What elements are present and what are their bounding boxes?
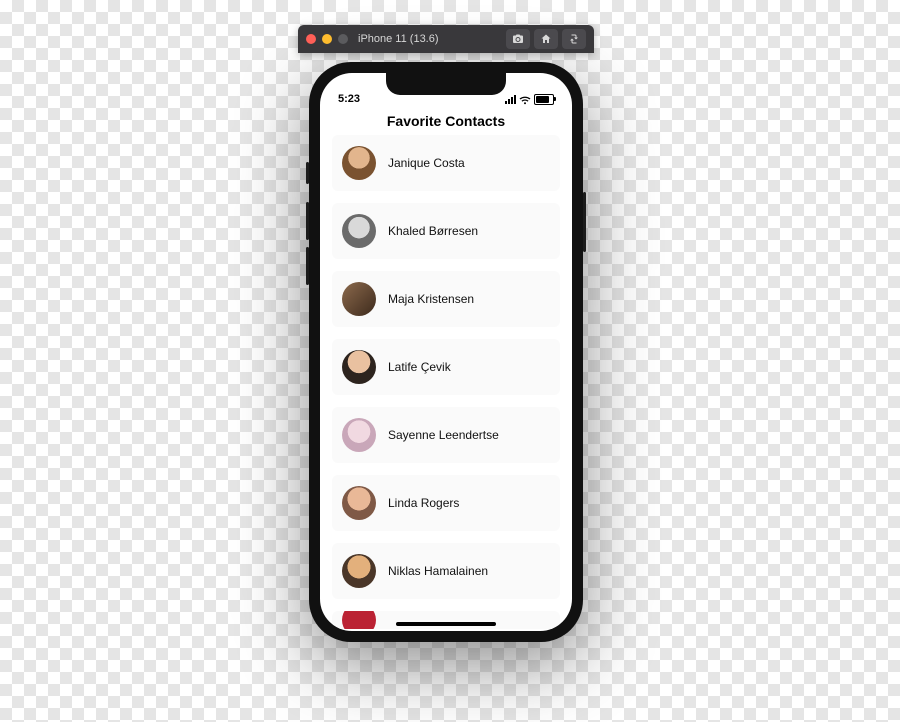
avatar [342,282,376,316]
window-traffic-lights [306,34,348,44]
device-notch [386,73,506,95]
battery-icon [534,94,554,105]
contact-name: Maja Kristensen [388,292,474,306]
maximize-window-button[interactable] [338,34,348,44]
simulator-toolbar [506,29,586,49]
status-time: 5:23 [338,93,360,105]
home-button[interactable] [534,29,558,49]
contact-name: Sayenne Leendertse [388,428,499,442]
page-title: Favorite Contacts [320,105,572,135]
close-window-button[interactable] [306,34,316,44]
minimize-window-button[interactable] [322,34,332,44]
wifi-icon [519,95,531,105]
contact-row[interactable]: Niklas Hamalainen [332,543,560,599]
app-content: Favorite Contacts Janique Costa Khaled B… [320,73,572,631]
device-screen: 5:23 Favorite Contacts Janique Costa [320,73,572,631]
contact-row[interactable]: Janique Costa [332,135,560,191]
rotate-button[interactable] [562,29,586,49]
contact-name: Janique Costa [388,156,465,170]
avatar [342,611,376,629]
contact-row[interactable]: Khaled Børresen [332,203,560,259]
volume-up-button[interactable] [306,202,309,240]
cellular-signal-icon [505,95,516,104]
contacts-list[interactable]: Janique Costa Khaled Børresen Maja Krist… [320,135,572,631]
contact-name: Niklas Hamalainen [388,564,488,578]
screenshot-button[interactable] [506,29,530,49]
mute-switch[interactable] [306,162,309,184]
volume-down-button[interactable] [306,247,309,285]
camera-icon [512,33,524,45]
power-button[interactable] [583,192,586,252]
contact-name: Khaled Børresen [388,224,478,238]
contact-name: Latife Çevik [388,360,451,374]
contact-name: Linda Rogers [388,496,459,510]
contact-row[interactable] [332,611,560,629]
simulator-titlebar: iPhone 11 (13.6) [298,25,594,53]
avatar [342,350,376,384]
home-icon [540,33,552,45]
rotate-icon [568,33,580,45]
contact-row[interactable]: Maja Kristensen [332,271,560,327]
avatar [342,214,376,248]
contact-row[interactable]: Latife Çevik [332,339,560,395]
avatar [342,146,376,180]
contact-row[interactable]: Sayenne Leendertse [332,407,560,463]
avatar [342,418,376,452]
avatar [342,486,376,520]
avatar [342,554,376,588]
home-indicator[interactable] [396,622,496,626]
contact-row[interactable]: Linda Rogers [332,475,560,531]
device-frame: 5:23 Favorite Contacts Janique Costa [309,62,583,642]
simulator-title: iPhone 11 (13.6) [358,33,506,45]
